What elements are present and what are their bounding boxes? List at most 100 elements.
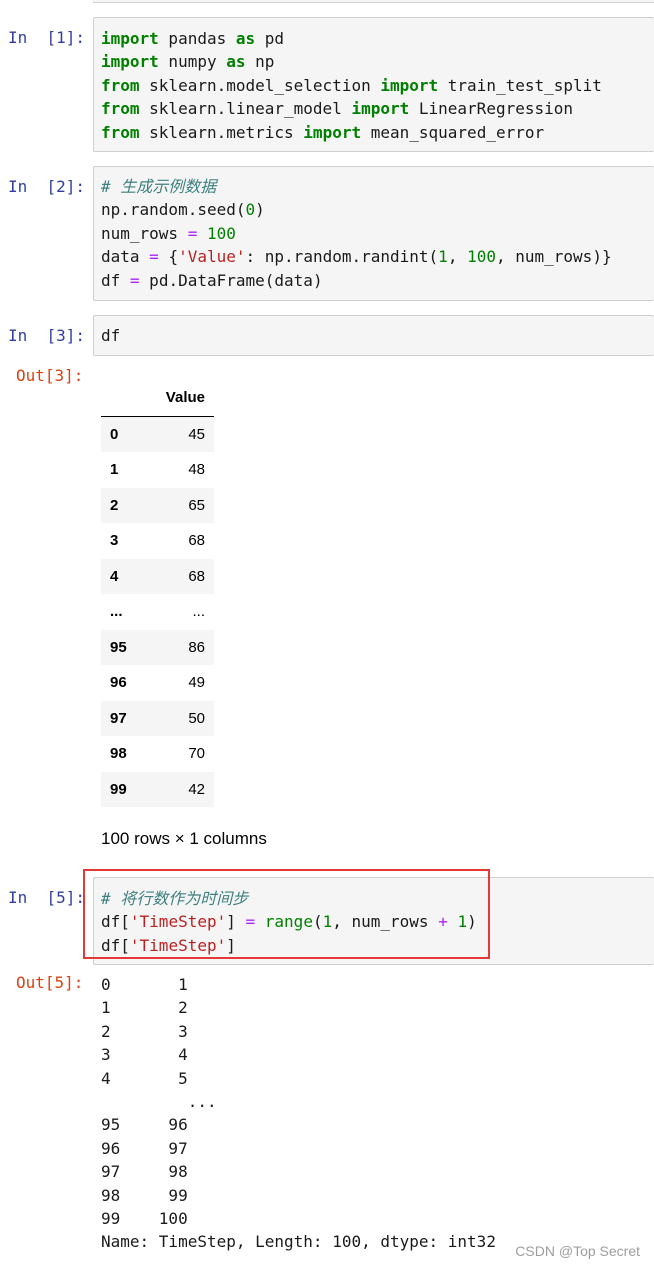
output-5-prompt: Out[5]: — [16, 973, 84, 992]
output-line: 97 98 — [101, 1162, 188, 1182]
code-token: pd — [255, 29, 285, 48]
row-index: ... — [110, 603, 123, 621]
output-line: ... — [101, 1092, 217, 1112]
row-value: ... — [192, 603, 205, 621]
row-value: 68 — [188, 532, 205, 550]
code-token: import — [351, 99, 410, 119]
code-token: import — [101, 52, 159, 72]
table-row: 1 48 — [101, 452, 214, 488]
row-index: 98 — [110, 745, 127, 763]
code-token: 1 — [438, 247, 448, 267]
code-cell-3-source[interactable]: df — [101, 324, 120, 347]
code-token: sklearn.linear_model — [139, 99, 352, 119]
row-index: 97 — [110, 709, 127, 727]
row-value: 68 — [188, 567, 205, 585]
table-header-row: Value — [101, 380, 214, 417]
output-line: Name: TimeStep, Length: 100, dtype: int3… — [101, 1232, 496, 1252]
code-token: ) — [255, 200, 265, 220]
code-token: import — [303, 122, 362, 142]
code-line: # 生成示例数据 — [101, 175, 612, 198]
cell-1-prompt: In [1]: — [8, 28, 86, 47]
row-value: 70 — [188, 745, 205, 763]
cell-3-prompt: In [3]: — [8, 326, 86, 345]
code-token: sklearn.metrics — [139, 122, 304, 142]
code-token: = — [187, 223, 198, 243]
code-token: np — [245, 52, 275, 72]
code-token: from — [101, 99, 140, 119]
code-token: numpy — [158, 52, 227, 72]
code-token: as — [235, 29, 256, 48]
output-line: 98 99 — [101, 1185, 188, 1205]
code-token: np.random.seed( — [101, 200, 246, 220]
code-line: np.random.seed(0) — [101, 198, 612, 221]
output-3-prompt: Out[3]: — [16, 366, 84, 385]
code-token: df — [101, 270, 130, 290]
code-line: from sklearn.model_selection import trai… — [101, 74, 602, 97]
row-value: 48 — [188, 461, 205, 479]
row-value: 86 — [188, 638, 205, 656]
code-token: 100 — [206, 223, 236, 243]
cell-5-prompt: In [5]: — [8, 888, 86, 907]
row-value: 42 — [188, 780, 205, 798]
code-line: data = {'Value': np.random.randint(1, 10… — [101, 245, 612, 268]
output-line: 96 97 — [101, 1138, 188, 1158]
row-index: 2 — [110, 496, 119, 514]
table-row: 0 45 — [101, 416, 214, 452]
table-row: 98 70 — [101, 736, 214, 772]
output-line: 0 1 — [101, 975, 188, 994]
code-token: from — [101, 122, 140, 142]
code-token: pandas — [158, 29, 236, 48]
row-value: 65 — [188, 496, 205, 514]
code-cell-2-source[interactable]: # 生成示例数据 np.random.seed(0) num_rows = 100 d… — [101, 175, 612, 292]
code-token: sklearn.model_selection — [139, 75, 381, 95]
code-cell-1[interactable]: import pandas as pd import numpy as np fro… — [93, 17, 654, 152]
previous-cell-edge — [93, 0, 654, 3]
table-row: 3 68 — [101, 523, 214, 559]
row-index: 99 — [110, 780, 127, 798]
table-row: ...... — [101, 594, 214, 630]
code-token: 100 — [467, 247, 496, 267]
code-line: from sklearn.metrics import mean_squared… — [101, 121, 602, 144]
code-token: 0 — [245, 200, 256, 220]
output-line: 99 100 — [101, 1209, 188, 1229]
code-cell-1-source[interactable]: import pandas as pd import numpy as np fro… — [101, 27, 602, 144]
table-row: 96 49 — [101, 665, 214, 701]
code-token: as — [226, 52, 246, 72]
table-row: 99 42 — [101, 771, 214, 807]
code-token: # 生成示例数据 — [101, 177, 217, 196]
row-index: 3 — [110, 532, 119, 550]
row-index: 0 — [110, 425, 119, 443]
table-row: 2 65 — [101, 487, 214, 523]
code-cell-3[interactable]: df — [93, 315, 654, 356]
code-cell-2[interactable]: # 生成示例数据 np.random.seed(0) num_rows = 100 d… — [93, 166, 654, 301]
table-row: 4 68 — [101, 558, 214, 594]
dataframe-shape: 100 rows × 1 columns — [101, 829, 267, 848]
output-line: 95 96 — [101, 1115, 188, 1135]
code-token: import — [380, 75, 439, 95]
output-line: 3 4 — [101, 1045, 188, 1065]
code-token: = — [129, 270, 140, 290]
code-token: { — [158, 247, 179, 267]
row-value: 50 — [188, 709, 205, 727]
row-index: 95 — [110, 638, 127, 656]
code-token: data — [101, 247, 150, 267]
code-token: LinearRegression — [409, 99, 574, 119]
code-token: , num_rows)} — [495, 247, 612, 267]
code-line: import pandas as pd — [101, 27, 602, 50]
dataframe-table: Value 0 45 1 48 2 65 3 68 4 68...... 95 86 96 49 97 50 9… — [101, 380, 214, 807]
code-token: from — [101, 75, 140, 95]
row-index: 96 — [110, 674, 127, 692]
row-value: 45 — [188, 425, 205, 443]
code-line: import numpy as np — [101, 50, 602, 73]
code-token: train_test_split — [438, 75, 602, 95]
series-output: 0 1 1 2 2 3 3 4 4 5 ... 95 96 96 97 97 98 98 99 9… — [101, 973, 496, 1254]
code-token: df — [101, 326, 121, 345]
code-token: mean_squared_error — [361, 122, 545, 142]
code-token: num_rows — [101, 223, 188, 243]
code-token: , — [447, 247, 468, 267]
table-row: 95 86 — [101, 629, 214, 665]
highlight-box — [83, 869, 490, 959]
output-line: 4 5 — [101, 1068, 188, 1088]
cell-2-prompt: In [2]: — [8, 177, 86, 196]
